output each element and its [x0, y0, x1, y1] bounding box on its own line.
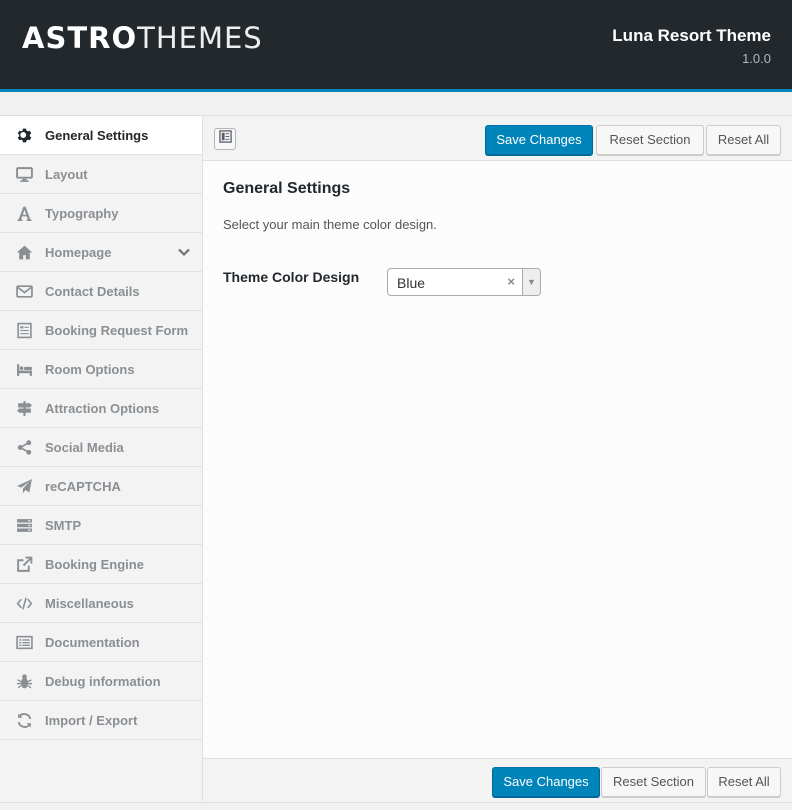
sidebar-item-documentation[interactable]: Documentation — [0, 623, 202, 662]
chevron-down-icon[interactable] — [177, 245, 191, 259]
font-icon — [14, 204, 34, 222]
list-icon — [14, 633, 34, 651]
sidebar-item-general-settings[interactable]: General Settings — [0, 116, 202, 155]
sidebar-item-label: Contact Details — [45, 283, 140, 299]
sidebar-item-booking-engine[interactable]: Booking Engine — [0, 545, 202, 584]
theme-version: 1.0.0 — [742, 51, 771, 66]
sidebar-item-social-media[interactable]: Social Media — [0, 428, 202, 467]
clear-selection-icon[interactable]: × — [507, 274, 515, 289]
reset-section-button[interactable]: Reset Section — [596, 125, 704, 155]
sidebar-item-recaptcha[interactable]: reCAPTCHA — [0, 467, 202, 506]
bottom-toolbar: Save Changes Reset Section Reset All — [203, 758, 792, 802]
top-header: ASTROTHEMES Luna Resort Theme 1.0.0 — [0, 0, 792, 92]
sidebar-item-label: Room Options — [45, 361, 135, 377]
sidebar-item-label: Documentation — [45, 634, 140, 650]
reset-all-button[interactable]: Reset All — [706, 125, 781, 155]
sidebar-item-typography[interactable]: Typography — [0, 194, 202, 233]
footer-reset-all-button[interactable]: Reset All — [707, 767, 781, 797]
sidebar-item-miscellaneous[interactable]: Miscellaneous — [0, 584, 202, 623]
form-icon — [14, 321, 34, 339]
monitor-icon — [14, 165, 34, 183]
sidebar-item-label: Booking Engine — [45, 556, 144, 572]
share-icon — [14, 438, 34, 456]
main-panel: Save Changes Reset Section Reset All Gen… — [203, 116, 792, 802]
sidebar-item-attraction-options[interactable]: Attraction Options — [0, 389, 202, 428]
paper-plane-icon — [14, 477, 34, 495]
top-toolbar: Save Changes Reset Section Reset All — [203, 116, 792, 161]
sidebar-item-label: Social Media — [45, 439, 124, 455]
theme-color-select[interactable]: Blue × ▼ — [387, 268, 541, 296]
sidebar-item-label: Layout — [45, 166, 88, 182]
code-icon — [14, 594, 34, 612]
sidebar-item-label: Homepage — [45, 244, 112, 260]
home-icon — [14, 243, 34, 261]
sidebar-item-label: reCAPTCHA — [45, 478, 121, 494]
sidebar-item-room-options[interactable]: Room Options — [0, 350, 202, 389]
sidebar-item-label: SMTP — [45, 517, 82, 533]
astrothemes-logo: ASTROTHEMES — [22, 21, 263, 55]
section-title: General Settings — [223, 180, 351, 197]
sidebar-item-label: General Settings — [45, 127, 149, 143]
sidebar-item-label: Debug information — [45, 673, 161, 689]
footer-reset-section-button[interactable]: Reset Section — [601, 767, 706, 797]
sidebar-nav: General Settings Layout Typography Homep… — [0, 116, 203, 802]
save-changes-button[interactable]: Save Changes — [485, 125, 593, 155]
theme-name: Luna Resort Theme — [612, 26, 771, 45]
gear-icon — [14, 126, 34, 144]
sidebar-item-contact-details[interactable]: Contact Details — [0, 272, 202, 311]
refresh-icon — [14, 711, 34, 729]
sidebar-item-label: Attraction Options — [45, 400, 160, 416]
page-bottom-edge — [0, 802, 792, 810]
sidebar-item-booking-request-form[interactable]: Booking Request Form — [0, 311, 202, 350]
subbar-strip — [0, 95, 792, 116]
sidebar-item-homepage[interactable]: Homepage — [0, 233, 202, 272]
sidebar-item-import-export[interactable]: Import / Export — [0, 701, 202, 740]
sidebar-item-layout[interactable]: Layout — [0, 155, 202, 194]
sidebar-item-debug-information[interactable]: Debug information — [0, 662, 202, 701]
sidebar-item-label: Booking Request Form — [45, 322, 189, 338]
sidebar-item-label: Import / Export — [45, 712, 138, 728]
bug-icon — [14, 672, 34, 690]
signpost-icon — [14, 399, 34, 417]
footer-save-changes-button[interactable]: Save Changes — [492, 767, 600, 797]
dropdown-arrow-icon[interactable]: ▼ — [522, 269, 540, 295]
external-link-icon — [14, 555, 34, 573]
sidebar-item-smtp[interactable]: SMTP — [0, 506, 202, 545]
section-description: Select your main theme color design. — [223, 217, 437, 232]
envelope-icon — [14, 282, 34, 300]
selected-value: Blue — [397, 275, 426, 291]
expand-options-button[interactable] — [214, 128, 236, 150]
bed-icon — [14, 360, 34, 378]
expand-icon — [218, 130, 232, 148]
theme-color-design-label: Theme Color Design — [223, 269, 360, 285]
sidebar-item-label: Miscellaneous — [45, 595, 134, 611]
sidebar-item-label: Typography — [45, 205, 119, 221]
server-icon — [14, 516, 34, 534]
